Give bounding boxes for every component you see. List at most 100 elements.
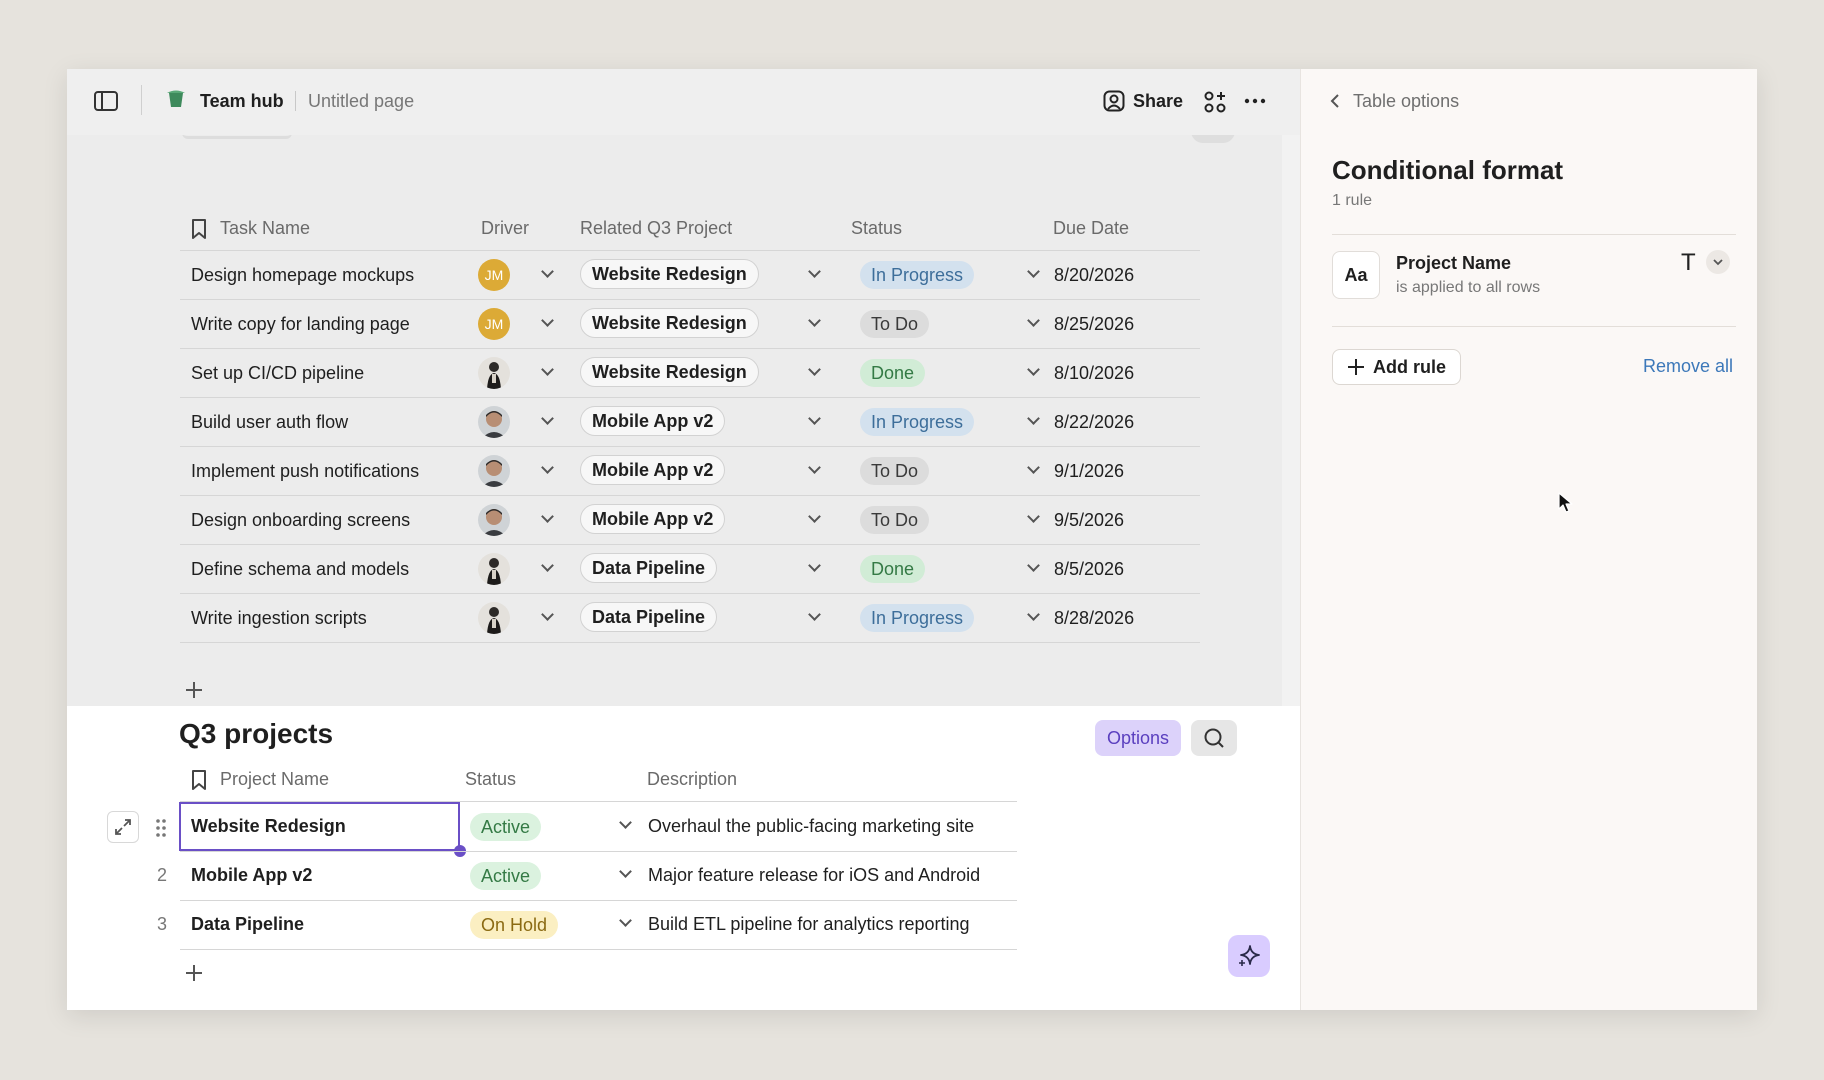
rule-item[interactable]: Aa Project Name is applied to all rows T [1332,249,1736,309]
status-badge[interactable]: Done [860,359,926,387]
sparkle-icon [1237,944,1261,968]
avatar[interactable] [478,406,510,438]
table-row[interactable]: Write ingestion scripts Data Pipeline In… [180,594,1200,642]
chevron-down-icon[interactable] [808,510,821,523]
back-chevron-icon[interactable] [1327,91,1343,111]
status-badge[interactable]: To Do [860,310,930,338]
col-header-driver[interactable]: Driver [481,218,529,239]
project-pill[interactable]: Data Pipeline [580,602,718,632]
project-description[interactable]: Build ETL pipeline for analytics reporti… [648,914,970,935]
status-badge[interactable]: In Progress [860,261,975,289]
chevron-down-icon[interactable] [619,914,632,927]
avatar[interactable] [478,553,510,585]
project-pill[interactable]: Website Redesign [580,308,759,338]
scrollbar[interactable] [1282,135,1300,706]
chevron-down-icon[interactable] [1027,412,1040,425]
col-header-description[interactable]: Description [647,769,737,790]
project-pill[interactable]: Website Redesign [580,259,759,289]
chevron-down-icon[interactable] [808,608,821,621]
table-row[interactable]: Write copy for landing page JM Website R… [180,300,1200,348]
table-row[interactable]: Implement push notifications Mobile App … [180,447,1200,495]
chevron-down-icon[interactable] [541,608,554,621]
col-header-project-name[interactable]: Project Name [220,769,329,790]
share-button[interactable]: Share [1103,87,1183,115]
chevron-down-icon[interactable] [1027,559,1040,572]
table-row[interactable]: Define schema and models Data Pipeline D… [180,545,1200,593]
project-pill[interactable]: Mobile App v2 [580,504,726,534]
project-description[interactable]: Major feature release for iOS and Androi… [648,865,980,886]
chevron-down-icon[interactable] [808,265,821,278]
table-row[interactable]: Set up CI/CD pipeline Website Redesign D… [180,349,1200,397]
search-button[interactable] [1191,720,1237,756]
options-button[interactable]: Options [1095,720,1181,756]
avatar[interactable] [478,357,510,389]
project-pill[interactable]: Mobile App v2 [580,455,726,485]
chevron-down-icon[interactable] [808,559,821,572]
avatar[interactable] [478,455,510,487]
rule-count: 1 rule [1332,192,1373,209]
more-icon[interactable] [1243,92,1267,110]
chevron-down-icon[interactable] [1027,608,1040,621]
chevron-down-icon[interactable] [1027,265,1040,278]
chevron-down-icon[interactable] [541,265,554,278]
sidebar-toggle-icon[interactable] [93,90,119,112]
tasks-search-button[interactable] [1191,135,1235,143]
ai-sparkle-button[interactable] [1228,935,1270,977]
remove-all-link[interactable]: Remove all [1643,356,1733,377]
table-row[interactable]: Design onboarding screens Mobile App v2 … [180,496,1200,544]
back-label[interactable]: Table options [1353,91,1459,112]
apps-icon[interactable] [1203,90,1227,114]
project-pill[interactable]: Website Redesign [580,357,759,387]
font-style-icon[interactable]: T [1681,249,1696,277]
chevron-down-icon[interactable] [808,314,821,327]
workspace-name[interactable]: Team hub [200,91,284,112]
chevron-down-icon[interactable] [541,363,554,376]
col-header-related-project[interactable]: Related Q3 Project [580,218,732,239]
chevron-down-icon[interactable] [619,865,632,878]
status-badge[interactable]: To Do [860,506,930,534]
chevron-down-icon[interactable] [1027,461,1040,474]
chevron-down-icon[interactable] [541,510,554,523]
avatar[interactable]: JM [478,259,510,291]
table-row[interactable]: Design homepage mockups JM Website Redes… [180,251,1200,299]
project-description[interactable]: Overhaul the public-facing marketing sit… [648,816,974,837]
add-row-icon[interactable] [184,963,204,983]
status-badge[interactable]: In Progress [860,408,975,436]
status-badge[interactable]: To Do [860,457,930,485]
avatar[interactable] [478,504,510,536]
status-badge[interactable]: In Progress [860,604,975,632]
col-header-due-date[interactable]: Due Date [1053,218,1129,239]
expand-row-icon[interactable] [107,811,139,843]
project-name[interactable]: Data Pipeline [191,914,304,935]
chevron-down-icon[interactable] [1027,314,1040,327]
page-title[interactable]: Untitled page [308,91,414,112]
status-badge[interactable]: Active [470,813,542,841]
chevron-down-icon[interactable] [619,816,632,829]
drag-handle-icon[interactable] [155,818,167,838]
project-name[interactable]: Mobile App v2 [191,865,312,886]
add-rule-button[interactable]: Add rule [1332,349,1462,385]
chevron-down-icon[interactable] [808,412,821,425]
table-row[interactable]: Build user auth flow Mobile App v2 In Pr… [180,398,1200,446]
status-badge[interactable]: Done [860,555,926,583]
col-header-status[interactable]: Status [851,218,902,239]
chevron-down-icon[interactable] [1027,363,1040,376]
project-pill[interactable]: Data Pipeline [580,553,718,583]
chevron-down-icon[interactable] [1027,510,1040,523]
avatar[interactable]: JM [478,308,510,340]
chevron-down-icon[interactable] [541,559,554,572]
status-badge[interactable]: On Hold [470,911,559,939]
chevron-down-icon[interactable] [541,412,554,425]
chevron-down-icon[interactable] [808,461,821,474]
col-header-task-name[interactable]: Task Name [220,218,310,239]
chevron-down-icon[interactable] [808,363,821,376]
status-badge[interactable]: Active [470,862,542,890]
chevron-down-icon[interactable] [541,461,554,474]
avatar[interactable] [478,602,510,634]
chevron-down-icon[interactable] [541,314,554,327]
project-pill[interactable]: Mobile App v2 [580,406,726,436]
project-name[interactable]: Website Redesign [191,816,346,837]
chevron-down-icon[interactable] [1706,250,1730,274]
add-row-icon[interactable] [184,680,204,700]
col-header-status[interactable]: Status [465,769,516,790]
